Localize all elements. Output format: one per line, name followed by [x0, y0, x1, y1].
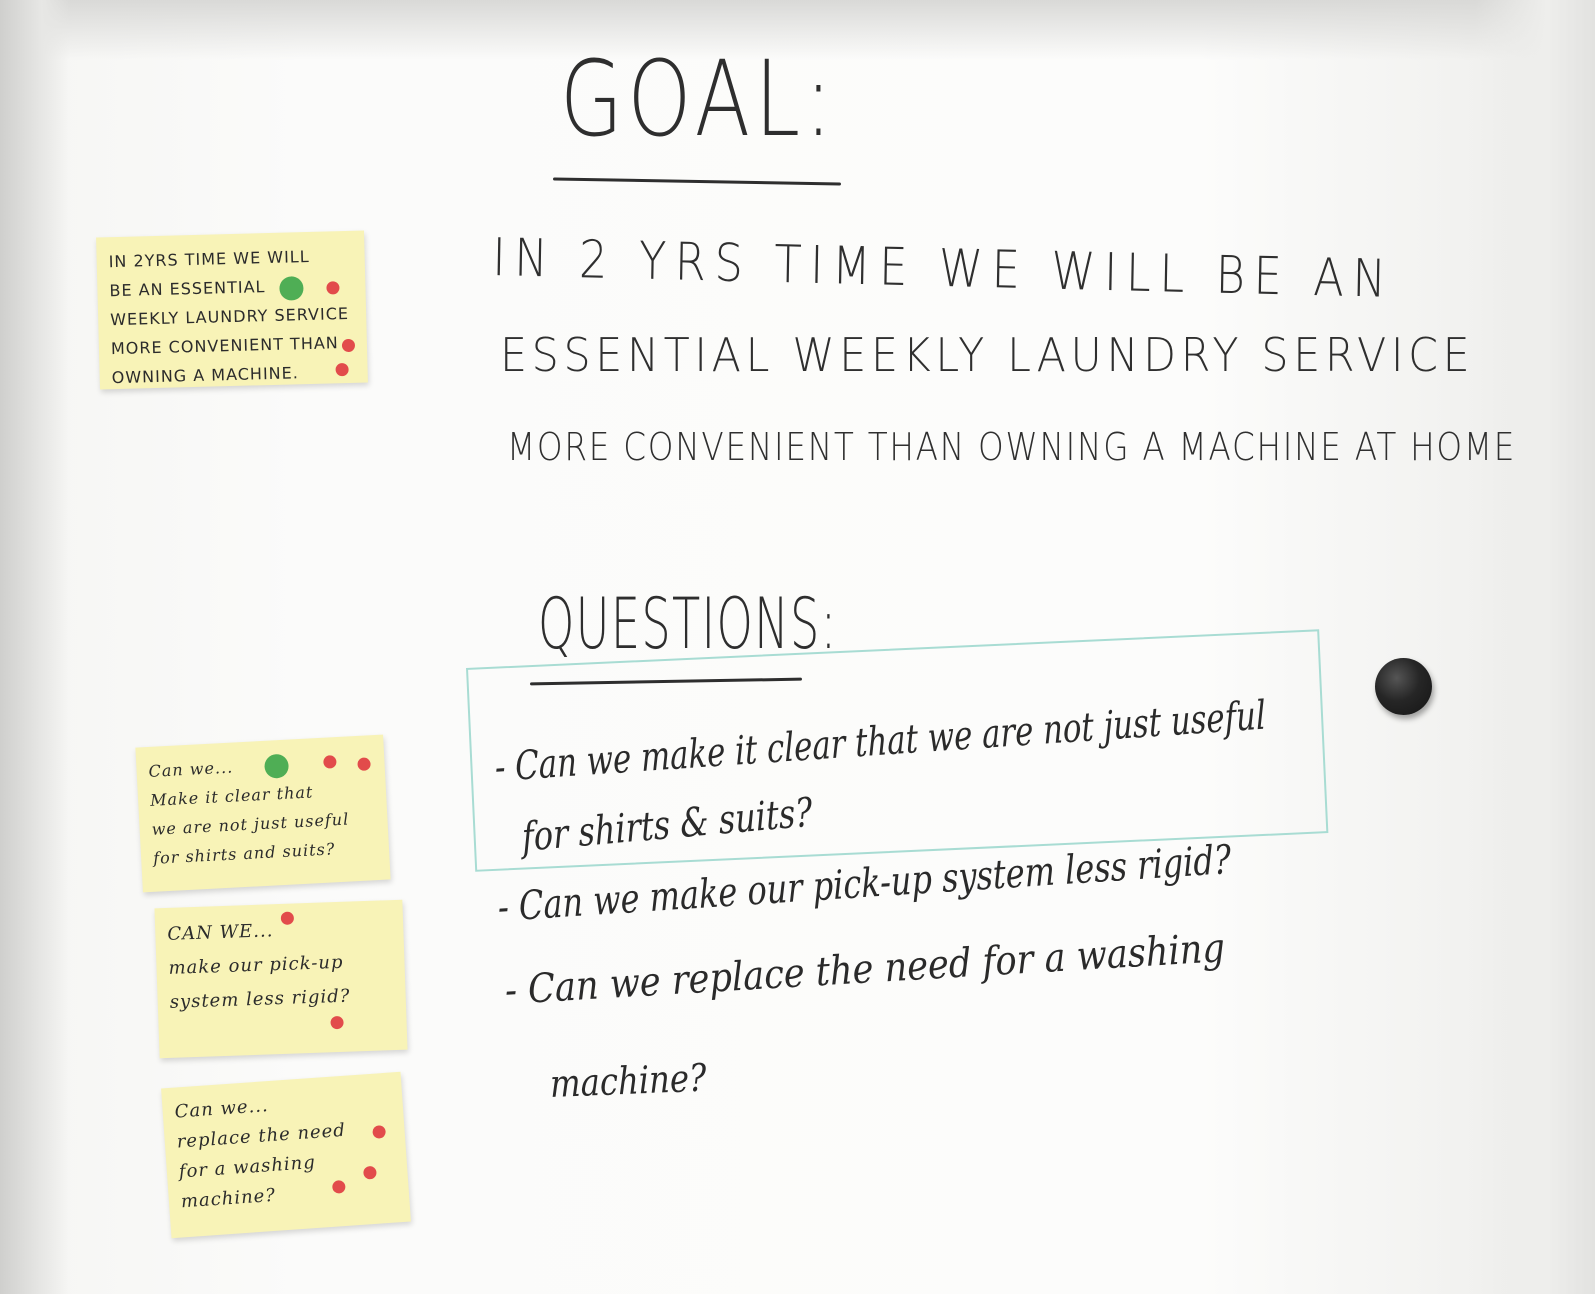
goal-heading: GOAL: — [560, 38, 837, 160]
vote-dot-red — [357, 757, 371, 771]
board-right-edge — [1475, 0, 1595, 1294]
goal-line-3: MORE CONVENIENT THAN OWNING A MACHINE AT… — [507, 425, 1517, 469]
magnet — [1375, 658, 1432, 715]
vote-dot-red — [363, 1165, 377, 1180]
vote-dot-red — [341, 338, 356, 353]
sticky-note-question-1-text: Can we... Make it clear that we are not … — [148, 757, 350, 868]
question-3-line-2: machine? — [549, 1055, 707, 1106]
sticky-note-goal-text: IN 2YRS TIME WE WILL BE AN ESSENTIAL WEE… — [108, 246, 350, 388]
sticky-note-goal: IN 2YRS TIME WE WILL BE AN ESSENTIAL WEE… — [96, 230, 368, 390]
sticky-note-question-2-text: CAN WE... make our pick-up system less r… — [167, 920, 351, 1013]
vote-dot-red — [372, 1125, 387, 1139]
goal-line-2: ESSENTIAL WEEKLY LAUNDRY SERVICE — [500, 328, 1475, 382]
vote-dot-red — [330, 1015, 344, 1030]
sticky-note-question-1: Can we... Make it clear that we are not … — [135, 734, 391, 893]
sticky-note-question-3-text: Can we... replace the need for a washing… — [174, 1095, 347, 1213]
board-left-edge — [0, 0, 70, 1294]
sticky-note-question-3: Can we... replace the need for a washing… — [161, 1071, 411, 1239]
sticky-note-question-2: CAN WE... make our pick-up system less r… — [154, 899, 408, 1059]
